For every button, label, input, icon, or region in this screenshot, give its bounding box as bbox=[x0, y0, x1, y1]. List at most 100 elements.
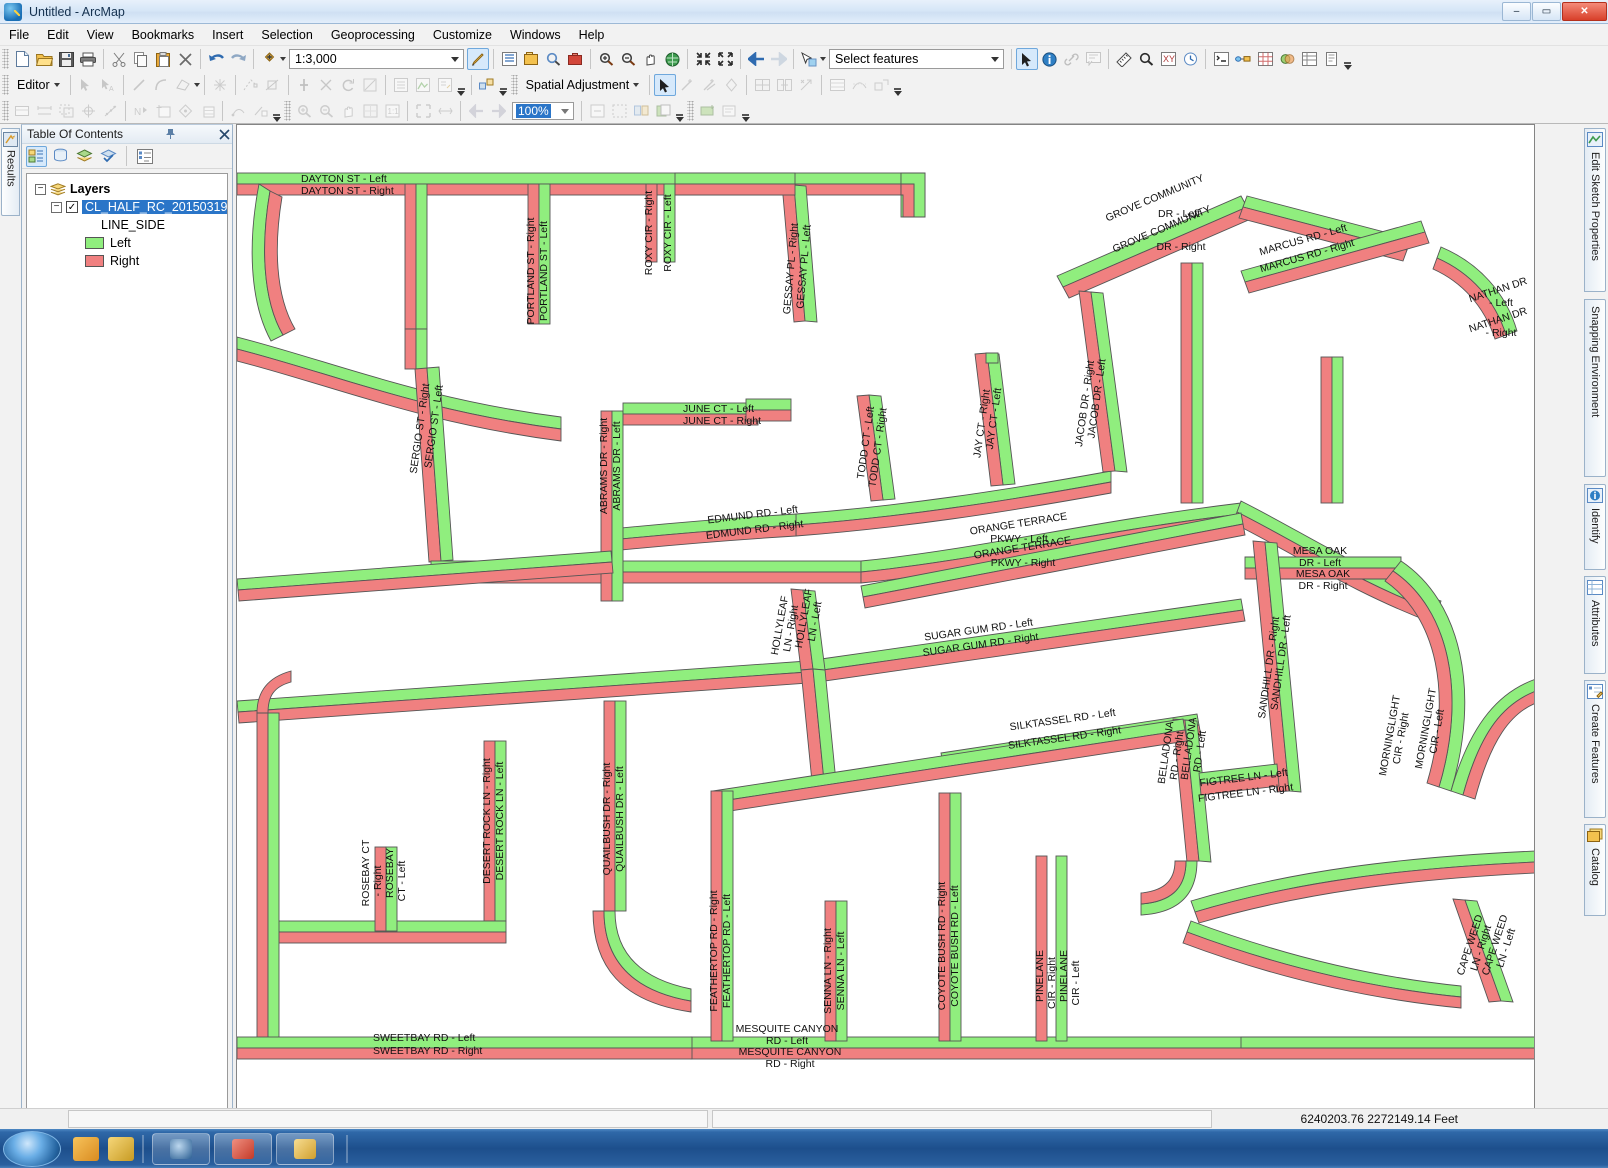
paste-icon[interactable] bbox=[152, 48, 174, 70]
change-layout-icon[interactable] bbox=[630, 100, 652, 122]
identify-icon[interactable] bbox=[1038, 48, 1060, 70]
edit-annotation-tool-icon[interactable]: A bbox=[97, 74, 119, 96]
html-popup-icon[interactable] bbox=[1082, 48, 1104, 70]
menu-help[interactable]: Help bbox=[570, 25, 614, 45]
add-label-icon[interactable] bbox=[696, 100, 718, 122]
create-features-window-icon[interactable] bbox=[434, 74, 456, 96]
topology-icon[interactable] bbox=[476, 74, 498, 96]
toc-layer-item[interactable]: − ✓ CL_HALF_RC_20150319 bbox=[33, 198, 227, 216]
map-canvas[interactable]: .L{fill:#90ee7e;stroke:#555;stroke-width… bbox=[236, 124, 1535, 1114]
editor-toolbar-icon[interactable] bbox=[467, 48, 489, 70]
close-icon[interactable] bbox=[217, 127, 232, 142]
zoom-out-icon[interactable] bbox=[617, 48, 639, 70]
menu-insert[interactable]: Insert bbox=[203, 25, 252, 45]
layer-visibility-checkbox[interactable]: ✓ bbox=[66, 201, 78, 213]
select-features-dropdown-icon[interactable] bbox=[820, 57, 826, 61]
find-icon[interactable] bbox=[1135, 48, 1157, 70]
select-features-combobox[interactable]: Select features bbox=[829, 49, 1004, 69]
save-icon[interactable] bbox=[55, 48, 77, 70]
python-window-icon[interactable] bbox=[1210, 48, 1232, 70]
modelbuilder-icon[interactable] bbox=[1232, 48, 1254, 70]
collapse-icon[interactable]: − bbox=[35, 183, 46, 195]
construct-points-icon[interactable] bbox=[99, 100, 121, 122]
list-by-selection-icon[interactable] bbox=[98, 146, 119, 167]
fixed-zoom-out-icon[interactable] bbox=[714, 48, 736, 70]
curve-segment-icon[interactable] bbox=[150, 74, 172, 96]
time-slider-icon[interactable] bbox=[1179, 48, 1201, 70]
new-map-icon[interactable] bbox=[11, 48, 33, 70]
pan-icon[interactable] bbox=[639, 48, 661, 70]
toolbar-grip[interactable] bbox=[2, 49, 9, 69]
right-tab-snapping-environment[interactable]: Snapping Environment bbox=[1584, 299, 1606, 477]
right-tab-create-features[interactable]: Create Features bbox=[1584, 680, 1606, 818]
layout-zoom-in-icon[interactable] bbox=[293, 100, 315, 122]
table-of-contents-icon[interactable] bbox=[498, 48, 520, 70]
arctoolbox-icon[interactable] bbox=[564, 48, 586, 70]
adjust-icon[interactable] bbox=[751, 74, 773, 96]
attribute-transfer-icon[interactable] bbox=[795, 74, 817, 96]
data-driven-pages-setup-icon[interactable] bbox=[652, 100, 674, 122]
toc-tree[interactable]: − Layers − ✓ CL_HALF_RC_20150319 LINE_SI… bbox=[26, 173, 228, 1109]
vertex-icon[interactable] bbox=[174, 100, 196, 122]
hyperlink-icon[interactable] bbox=[1060, 48, 1082, 70]
fixed-zoom-in-icon[interactable] bbox=[692, 48, 714, 70]
taskbar-item-1[interactable] bbox=[152, 1132, 210, 1165]
toolbar-overflow-button[interactable] bbox=[456, 74, 467, 96]
close-button[interactable]: ✕ bbox=[1562, 1, 1607, 21]
toc-legend-item-right[interactable]: Right bbox=[33, 252, 227, 270]
zoom-whole-page-icon[interactable] bbox=[412, 100, 434, 122]
label-manager-icon[interactable] bbox=[718, 100, 740, 122]
clip-icon[interactable] bbox=[55, 100, 77, 122]
taskbar-item-2[interactable] bbox=[214, 1132, 272, 1165]
toolbar-grip[interactable] bbox=[510, 75, 518, 95]
menu-file[interactable]: File bbox=[0, 25, 38, 45]
layout-1-1-icon[interactable]: 1:1 bbox=[381, 100, 403, 122]
layout-back-icon[interactable] bbox=[465, 100, 487, 122]
zoom-in-icon[interactable] bbox=[595, 48, 617, 70]
layout-pan-icon[interactable] bbox=[337, 100, 359, 122]
chevron-down-icon[interactable] bbox=[991, 57, 999, 62]
options-icon[interactable] bbox=[134, 146, 155, 167]
go-to-xy-icon[interactable]: XY bbox=[1157, 48, 1179, 70]
toolbar-grip[interactable] bbox=[687, 101, 694, 121]
maximize-button[interactable]: ▭ bbox=[1532, 1, 1561, 21]
toolbar-grip[interactable] bbox=[284, 101, 291, 121]
toolbar-grip[interactable] bbox=[2, 75, 9, 95]
undo-icon[interactable] bbox=[205, 48, 227, 70]
attributes-window-icon[interactable] bbox=[390, 74, 412, 96]
construction-tool-icon[interactable] bbox=[172, 74, 194, 96]
toc-legend-item-left[interactable]: Left bbox=[33, 234, 227, 252]
list-by-visibility-icon[interactable] bbox=[74, 146, 95, 167]
georeferencing-icon[interactable] bbox=[1254, 48, 1276, 70]
menu-customize[interactable]: Customize bbox=[424, 25, 501, 45]
cut-icon[interactable] bbox=[108, 48, 130, 70]
catalog-window-icon[interactable] bbox=[520, 48, 542, 70]
attribute-table-icon[interactable] bbox=[1298, 48, 1320, 70]
rotate-icon[interactable] bbox=[337, 74, 359, 96]
chevron-down-icon[interactable] bbox=[633, 83, 640, 87]
taskbar-item-3[interactable] bbox=[276, 1132, 334, 1165]
map-scale-combobox[interactable]: 1:3,000 bbox=[289, 49, 464, 69]
measure-icon[interactable] bbox=[1113, 48, 1135, 70]
append-icon[interactable] bbox=[249, 100, 271, 122]
edit-annotation-icon[interactable] bbox=[359, 74, 381, 96]
menu-geoprocessing[interactable]: Geoprocessing bbox=[322, 25, 424, 45]
edit-vertices-icon[interactable] bbox=[209, 74, 231, 96]
merge-icon[interactable] bbox=[315, 74, 337, 96]
parcel-editor-icon[interactable] bbox=[11, 100, 33, 122]
copy-icon[interactable] bbox=[130, 48, 152, 70]
link-table-icon[interactable] bbox=[826, 74, 848, 96]
layout-zoom-out-icon[interactable] bbox=[315, 100, 337, 122]
cut-polygons-icon[interactable] bbox=[262, 74, 284, 96]
pin-icon[interactable] bbox=[163, 127, 178, 142]
copy-parallel-icon[interactable] bbox=[77, 100, 99, 122]
add-data-dropdown-icon[interactable] bbox=[280, 57, 286, 61]
right-tab-identify[interactable]: Identify bbox=[1584, 484, 1606, 570]
list-by-source-icon[interactable] bbox=[50, 146, 71, 167]
toolbar-overflow-button[interactable] bbox=[271, 100, 282, 122]
layout-forward-icon[interactable] bbox=[487, 100, 509, 122]
toolbar-overflow-button[interactable] bbox=[892, 74, 903, 96]
reshape-feature-icon[interactable] bbox=[240, 74, 262, 96]
point-table-icon[interactable] bbox=[196, 100, 218, 122]
browser-icon[interactable] bbox=[73, 1136, 99, 1161]
